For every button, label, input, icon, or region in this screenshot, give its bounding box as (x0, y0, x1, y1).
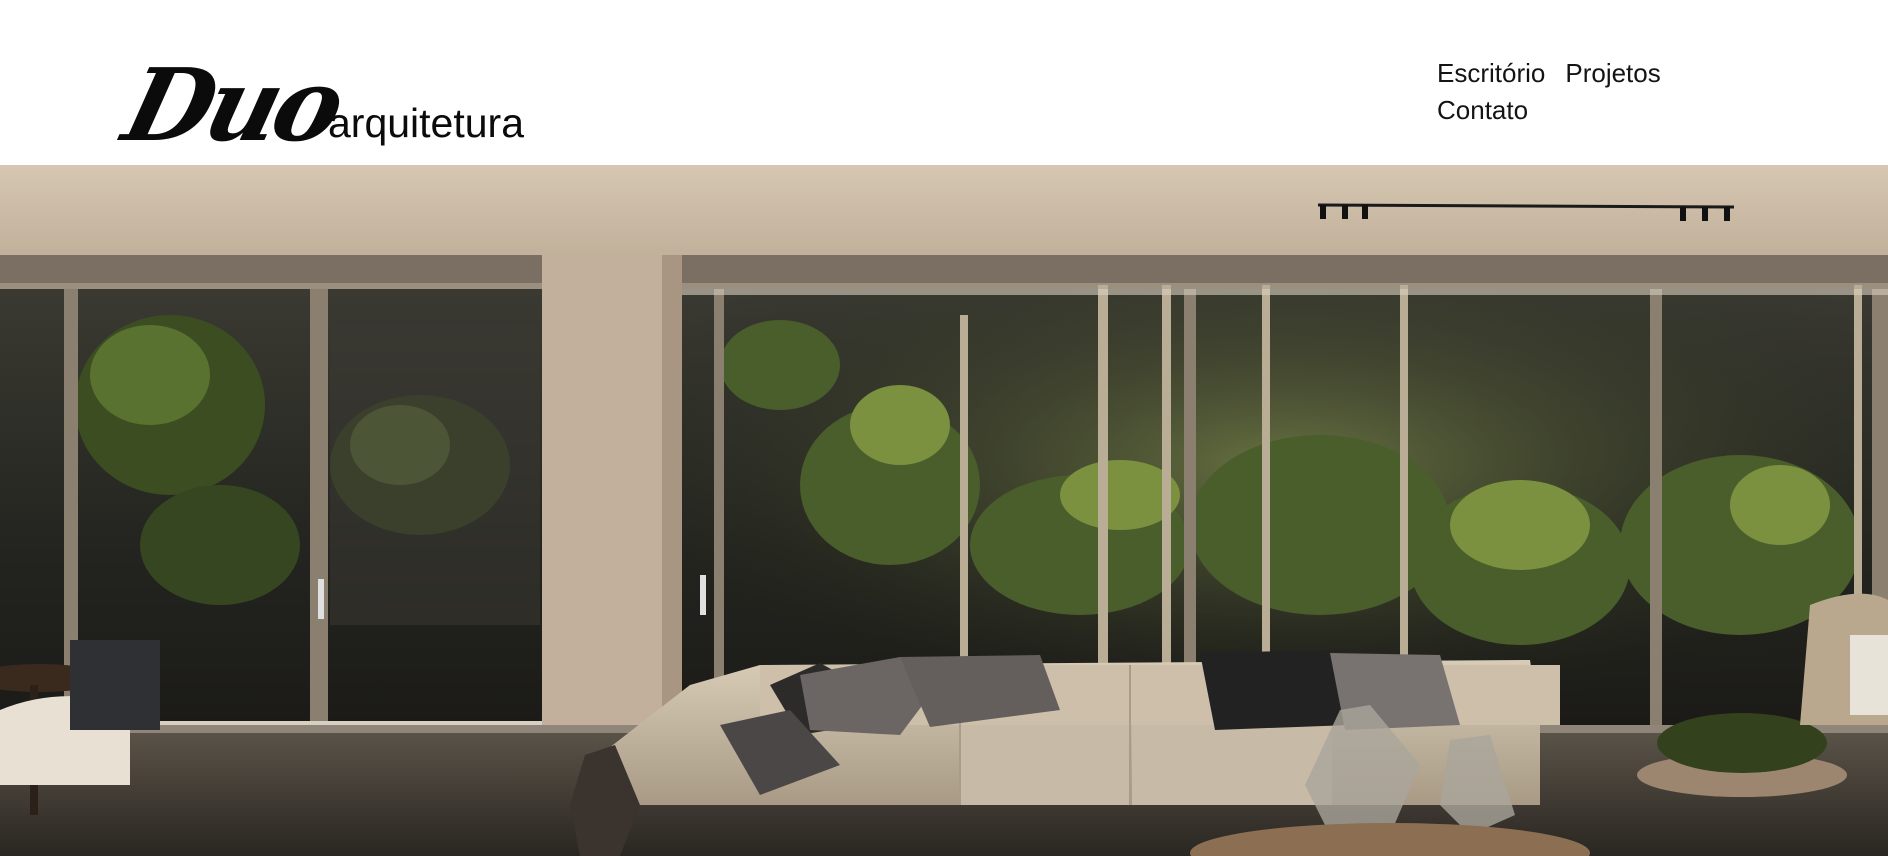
logo-wordmark: arquitetura (328, 100, 525, 146)
nav-item-escritorio[interactable]: Escritório (1437, 58, 1545, 89)
nav-item-contato[interactable]: Contato (1437, 95, 1528, 126)
logo-script-text: Duo (113, 46, 351, 164)
living-room-photo (0, 165, 1888, 856)
main-nav: Escritório Projetos Contato (1437, 58, 1697, 126)
nav-item-projetos[interactable]: Projetos (1565, 58, 1660, 89)
hero-image (0, 165, 1888, 856)
site-header: Duo arquitetura Escritório Projetos Cont… (0, 0, 1888, 165)
logo[interactable]: Duo arquitetura (113, 46, 548, 164)
